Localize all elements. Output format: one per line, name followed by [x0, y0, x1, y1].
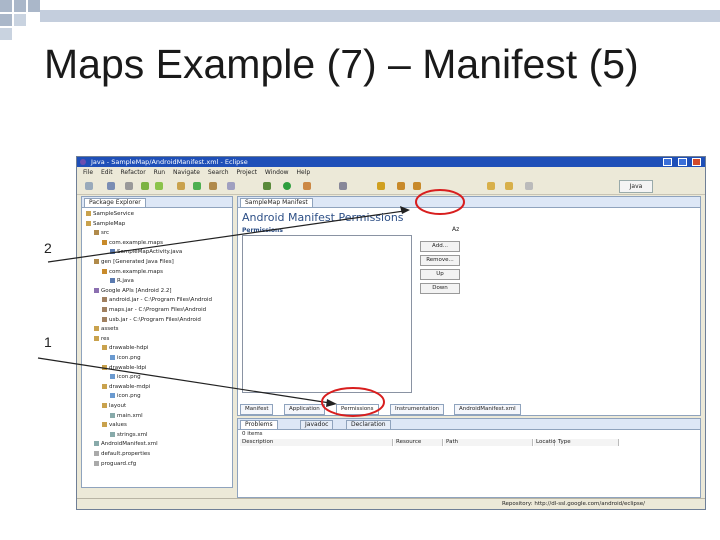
highlight-circle-toolbar: [415, 189, 465, 215]
arrow-line-1: [37, 357, 331, 404]
annotation-overlay: [37, 189, 465, 417]
arrow-line-2: [47, 210, 405, 263]
arrow-head-1: [326, 399, 337, 407]
arrow-head-2: [400, 206, 410, 214]
